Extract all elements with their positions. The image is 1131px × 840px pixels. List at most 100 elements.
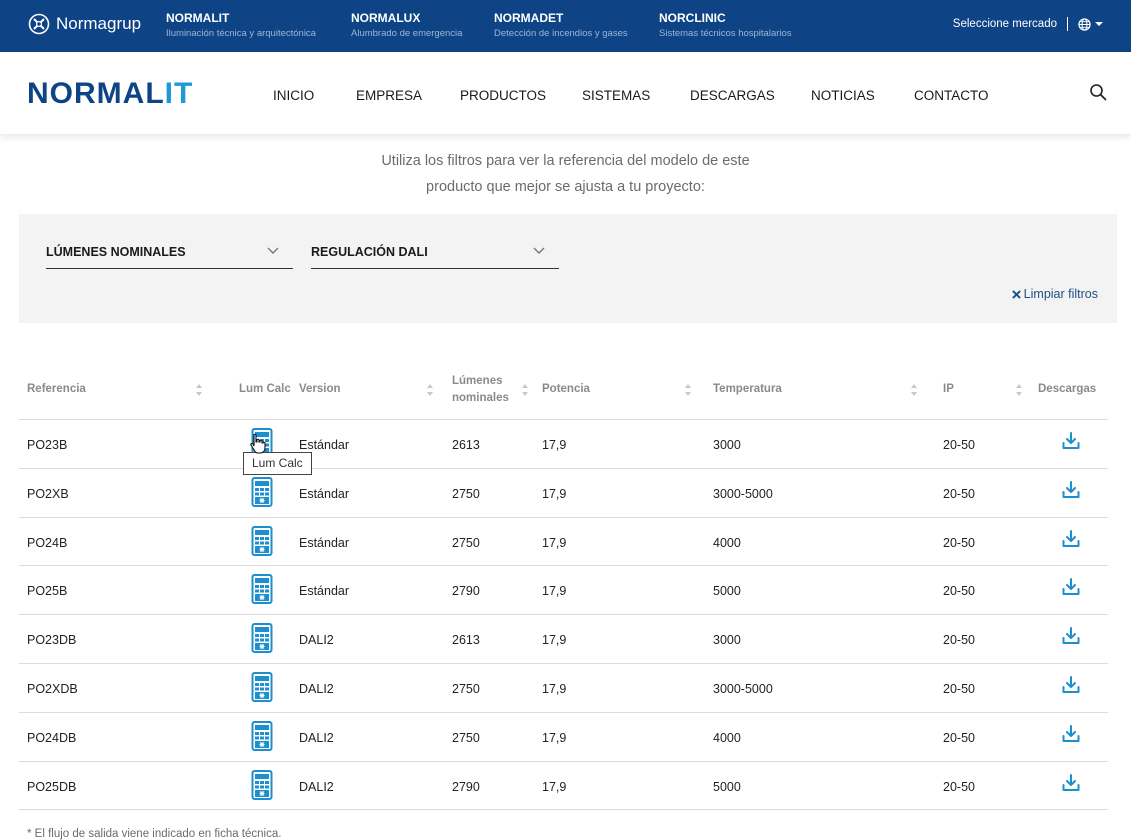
dali-filter-label: REGULACIÓN DALI: [311, 245, 428, 259]
logo-main-text: NORMAL: [27, 77, 165, 110]
download-icon[interactable]: [1062, 578, 1080, 596]
intro-line-2: producto que mejor se ajusta a tu proyec…: [426, 179, 705, 195]
filter-intro-text: Utiliza los filtros para ver la referenc…: [0, 148, 1131, 200]
normagrup-logo-icon: [28, 13, 50, 35]
market-divider: [1067, 17, 1068, 31]
download-icon[interactable]: [1062, 773, 1080, 792]
cell-power: 17,9: [542, 486, 567, 501]
normalit-logo[interactable]: NORMALIT: [27, 77, 193, 111]
clear-filters-label: Limpiar filtros: [1023, 287, 1098, 301]
hand-cursor-icon: [250, 433, 266, 454]
col-ip[interactable]: IP: [943, 383, 954, 395]
download-icon[interactable]: [1062, 432, 1080, 450]
clear-filters-button[interactable]: Limpiar filtros: [1011, 287, 1098, 301]
col-lumens-line-2[interactable]: nominales: [452, 392, 509, 404]
chevron-down-icon: [267, 247, 279, 254]
globe-icon: [1078, 17, 1091, 31]
table-row: PO24DB DALI2 2750 17,9 4000 20-50: [19, 713, 1108, 762]
download-icon[interactable]: [1062, 529, 1080, 548]
sort-icon[interactable]: [910, 383, 918, 397]
lumcalc-calculator-icon[interactable]: [251, 720, 273, 751]
normagrup-brand[interactable]: Normagrup: [28, 13, 141, 35]
cell-lumens: 2750: [452, 535, 480, 550]
top-bar: Normagrup NORMALIT Iluminación técnica y…: [0, 0, 1131, 52]
cell-version: Estándar: [299, 584, 350, 599]
col-temperature[interactable]: Temperatura: [713, 383, 782, 395]
col-lumcalc: Lum Calc: [239, 383, 291, 395]
table-row: PO23DB DALI2 2613 17,9 3000 20-50: [19, 615, 1108, 664]
lumcalc-calculator-icon[interactable]: [251, 574, 273, 605]
cell-lumens: 2790: [452, 584, 480, 599]
lumcalc-calculator-icon[interactable]: [251, 623, 273, 654]
normagrup-brand-name: Normagrup: [56, 14, 142, 33]
dali-filter-dropdown[interactable]: REGULACIÓN DALI: [311, 239, 559, 269]
cell-reference: PO25B: [27, 584, 68, 599]
nav-descargas[interactable]: DESCARGAS: [690, 88, 775, 103]
cell-lumens: 2750: [452, 486, 480, 501]
cell-reference: PO24DB: [27, 730, 77, 745]
table-row: PO24B Estándar 2750 17,9 4000 20-50: [19, 518, 1108, 567]
nav-noticias[interactable]: NOTICIAS: [811, 88, 875, 103]
cell-version: DALI2: [299, 779, 334, 794]
cell-temperature: 3000: [713, 438, 741, 452]
lumens-filter-label: LÚMENES NOMINALES: [46, 245, 186, 259]
download-icon[interactable]: [1062, 675, 1080, 694]
intro-line-1: Utiliza los filtros para ver la referenc…: [381, 153, 750, 169]
sort-icon[interactable]: [195, 383, 203, 397]
cell-power: 17,9: [542, 779, 567, 794]
cell-ip: 20-50: [943, 730, 975, 745]
cell-lumens: 2613: [452, 438, 480, 452]
nav-sistemas[interactable]: SISTEMAS: [582, 88, 650, 103]
sort-icon[interactable]: [426, 383, 434, 397]
col-power[interactable]: Potencia: [542, 383, 590, 395]
lumcalc-calculator-icon[interactable]: [251, 525, 273, 556]
lumcalc-calculator-icon[interactable]: [251, 671, 273, 702]
cell-lumens: 2750: [452, 730, 480, 745]
download-icon[interactable]: [1062, 724, 1080, 743]
nav-productos[interactable]: PRODUCTOS: [460, 88, 546, 103]
col-version[interactable]: Version: [299, 383, 341, 395]
sort-icon[interactable]: [684, 383, 692, 397]
download-icon[interactable]: [1062, 480, 1080, 499]
sort-icon[interactable]: [521, 383, 529, 397]
cell-reference: PO24B: [27, 535, 68, 550]
cell-reference: PO23B: [27, 438, 68, 452]
logo-accent-text: IT: [164, 77, 194, 110]
col-lumens-line-1[interactable]: Lúmenes: [452, 375, 503, 387]
cell-version: Estándar: [299, 535, 350, 550]
lumens-filter-dropdown[interactable]: LÚMENES NOMINALES: [46, 239, 293, 269]
cell-ip: 20-50: [943, 535, 975, 550]
cell-power: 17,9: [542, 633, 567, 648]
topnav-normadet[interactable]: NORMADET Detección de incendios y gases: [494, 11, 628, 39]
topnav-subtitle: Detección de incendios y gases: [494, 28, 628, 39]
cell-lumens: 2613: [452, 633, 480, 648]
topnav-normalux[interactable]: NORMALUX Alumbrado de emergencia: [351, 11, 462, 39]
table-header: Referencia Lum Calc Version Lúmenes nomi…: [19, 368, 1108, 420]
nav-contacto[interactable]: CONTACTO: [914, 88, 989, 103]
nav-inicio[interactable]: INICIO: [273, 88, 314, 103]
lumcalc-calculator-icon[interactable]: [251, 769, 273, 800]
topnav-title: NORMALUX: [351, 11, 421, 25]
close-icon: [1011, 289, 1021, 299]
sort-icon[interactable]: [1015, 383, 1023, 397]
cell-ip: 20-50: [943, 633, 975, 648]
market-selector[interactable]: Seleccione mercado: [953, 17, 1103, 31]
col-reference[interactable]: Referencia: [27, 383, 86, 395]
cell-ip: 20-50: [943, 681, 975, 696]
lumcalc-calculator-icon[interactable]: [251, 476, 273, 507]
search-icon[interactable]: [1089, 83, 1107, 101]
table-body: PO23B Estándar 2613 17,9 3000 20-50 PO2XB Están…: [19, 420, 1108, 811]
table-row: PO25B Estándar 2790 17,9 5000 20-50: [19, 566, 1108, 616]
market-label: Seleccione mercado: [952, 18, 1057, 30]
topnav-title: NORMADET: [494, 11, 564, 25]
products-table: Referencia Lum Calc Version Lúmenes nomi…: [19, 368, 1108, 811]
topnav-title: NORMALIT: [166, 11, 230, 25]
cell-temperature: 5000: [713, 584, 741, 599]
cell-power: 17,9: [542, 438, 567, 452]
download-icon[interactable]: [1062, 627, 1080, 645]
nav-empresa[interactable]: EMPRESA: [356, 88, 422, 103]
cell-temperature: 3000: [713, 633, 741, 648]
topnav-normalit[interactable]: NORMALIT Iluminación técnica y arquitect…: [166, 11, 316, 39]
topnav-norclinic[interactable]: NORCLINIC Sistemas técnicos hospitalario…: [659, 11, 792, 39]
main-header: NORMALIT INICIO EMPRESA PRODUCTOS SISTEM…: [0, 52, 1131, 135]
